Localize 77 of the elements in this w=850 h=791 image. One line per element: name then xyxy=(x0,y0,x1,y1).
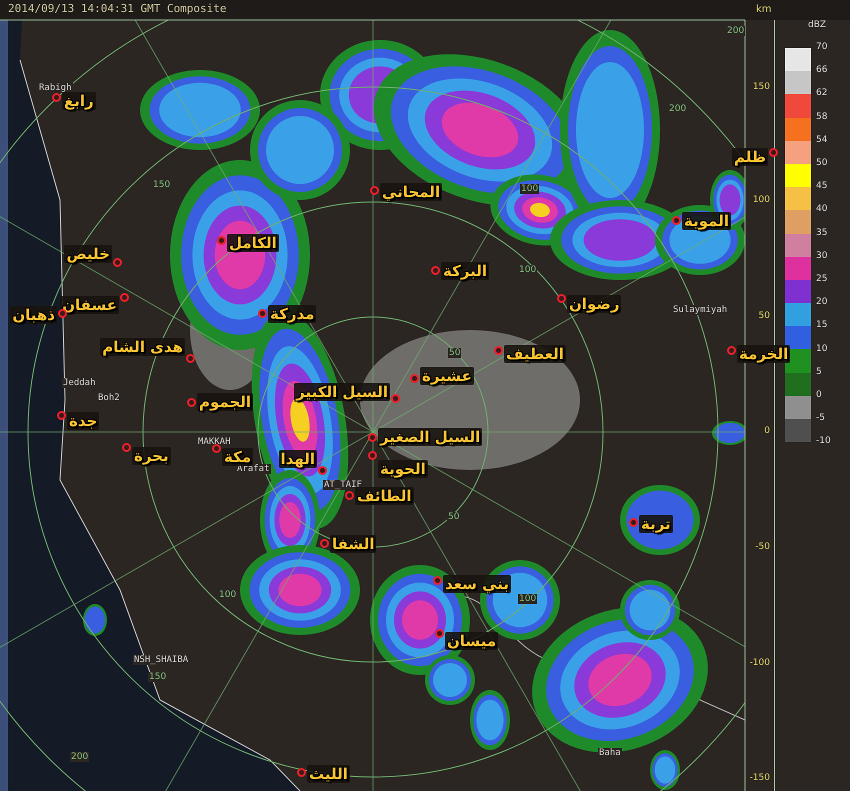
site-label: NSH_SHAIBA xyxy=(133,655,190,665)
city-label: تربة xyxy=(639,515,673,533)
range-ring-label: 100 xyxy=(520,184,540,194)
range-ring-label: 50 xyxy=(447,512,460,522)
city-label: الشفا xyxy=(330,535,376,553)
city-label: رضوان xyxy=(567,295,622,313)
site-label: Jeddah xyxy=(62,378,97,388)
city-label: المحاني xyxy=(380,183,442,201)
axis-tick-label: -50 xyxy=(754,542,770,552)
city-label: الطائف xyxy=(355,487,414,505)
city-label: الهدا xyxy=(278,450,317,468)
scale-value-label: 45 xyxy=(816,181,828,192)
city-label: جدة xyxy=(67,412,100,430)
city-label: السيل الكبير xyxy=(294,383,390,401)
city-label: الموية xyxy=(682,212,731,230)
range-ring-label: 200 xyxy=(726,26,746,36)
axis-tick-label: 100 xyxy=(752,195,770,205)
scale-value-label: 66 xyxy=(816,65,828,76)
site-label: Baha xyxy=(598,748,622,758)
site-label: Arafat xyxy=(236,464,271,474)
city-label: الليث xyxy=(307,765,350,783)
scale-value-label: 15 xyxy=(816,320,828,330)
scale-value-label: 0 xyxy=(816,390,822,400)
city-label: بحرة xyxy=(132,447,171,465)
city-label: بني سعد xyxy=(443,575,512,593)
legend-unit: dBZ xyxy=(808,20,826,30)
site-label: Sulaymiyah xyxy=(672,305,728,315)
axis-tick-label: 50 xyxy=(758,311,770,321)
range-ring-label: 50 xyxy=(448,348,462,358)
scale-value-label: 70 xyxy=(816,42,828,52)
range-ring-label: 200 xyxy=(70,752,90,762)
axis-tick-label: -150 xyxy=(748,773,770,783)
city-label: عشيرة xyxy=(420,367,474,385)
site-label: Boh2 xyxy=(97,393,121,403)
scale-value-label: 20 xyxy=(816,297,828,308)
city-label: الحوية xyxy=(378,460,428,478)
city-label: ميسان xyxy=(445,632,498,650)
city-label: الكامل xyxy=(227,234,279,252)
city-label: هدى الشام xyxy=(100,338,185,356)
scale-value-label: 62 xyxy=(816,88,828,98)
site-label: MAKKAH xyxy=(197,437,232,447)
city-label: ذهبان xyxy=(10,306,57,324)
scale-value-label: -5 xyxy=(816,413,825,424)
scale-value-label: 58 xyxy=(816,112,828,122)
range-ring-label: 100 xyxy=(518,594,538,604)
city-label: رابغ xyxy=(62,92,96,110)
range-ring-label: 200 xyxy=(668,104,688,114)
city-label: البركة xyxy=(441,262,490,280)
axis-tick-label: 0 xyxy=(763,426,770,436)
site-label: Rabigh xyxy=(38,83,73,93)
scale-value-label: 5 xyxy=(816,366,822,377)
city-label: الخرمة xyxy=(737,345,790,363)
city-label: السيل الصغير xyxy=(378,428,482,446)
scale-value-label: -10 xyxy=(816,436,831,446)
scale-value-label: 54 xyxy=(816,134,828,145)
range-ring-label: 150 xyxy=(152,180,172,190)
radar-timestamp: 2014/09/13 14:04:31 GMT Composite xyxy=(8,2,227,15)
axis-tick-label: -100 xyxy=(748,658,770,668)
range-ring-label: 100 xyxy=(218,590,238,600)
scale-value-label: 35 xyxy=(816,228,828,238)
city-label: العطيف xyxy=(504,345,566,363)
axis-unit: km xyxy=(756,4,772,15)
scale-value-label: 30 xyxy=(816,250,828,261)
city-label: خليص xyxy=(64,245,112,263)
city-label: مدركة xyxy=(268,305,316,323)
scale-value-label: 25 xyxy=(816,274,828,284)
axis-tick-label: 150 xyxy=(752,82,770,92)
range-ring-label: 100 xyxy=(518,265,538,275)
site-label: AT_TAIF xyxy=(323,480,363,490)
range-ring-label: 150 xyxy=(148,672,168,682)
scale-value-label: 50 xyxy=(816,158,828,168)
scale-value-label: 10 xyxy=(816,344,828,354)
city-label: عسفان xyxy=(60,296,119,314)
scale-value-label: 40 xyxy=(816,204,828,214)
city-label: ظلم xyxy=(732,148,768,166)
city-label: الجموم xyxy=(197,393,254,411)
city-label: مكة xyxy=(222,448,254,466)
